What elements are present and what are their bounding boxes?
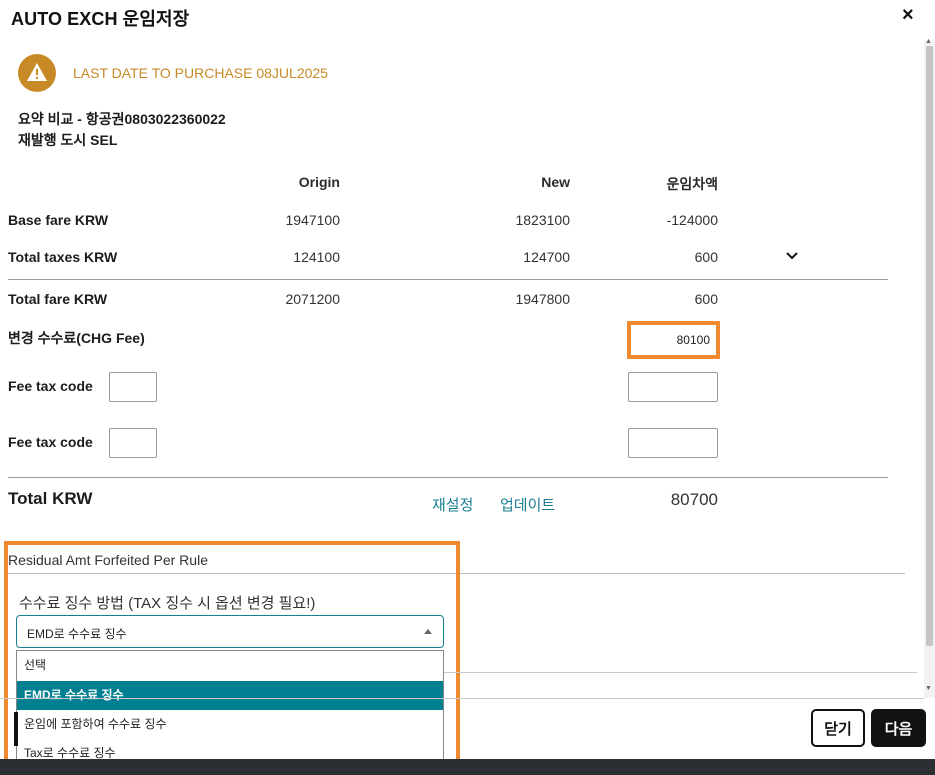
- fee-collection-label: 수수료 징수 방법 (TAX 징수 시 옵션 변경 필요!): [19, 595, 316, 612]
- base-fare-new: 1823100: [515, 212, 570, 228]
- taskbar: [0, 759, 935, 775]
- reset-link[interactable]: 재설정: [432, 494, 473, 515]
- row-label-total-fare: Total fare KRW: [8, 291, 108, 307]
- scroll-thumb[interactable]: [926, 46, 933, 646]
- fee-tax-code-input-1[interactable]: [109, 372, 157, 402]
- row-label-total-taxes: Total taxes KRW: [8, 249, 118, 265]
- total-fare-origin: 2071200: [285, 291, 340, 307]
- warning-icon: [18, 54, 56, 92]
- close-icon[interactable]: ×: [902, 4, 914, 26]
- fee-collection-options: 선택 EMD로 수수료 징수 운임에 포함하여 수수료 징수 Tax로 수수료 …: [16, 650, 444, 767]
- divider: [444, 672, 917, 673]
- divider: [0, 698, 924, 699]
- fee-tax-amount-input-2[interactable]: [628, 428, 718, 458]
- update-link[interactable]: 업데이트: [500, 494, 555, 515]
- residual-label: Residual Amt Forfeited Per Rule: [8, 552, 208, 568]
- divider: [8, 279, 888, 280]
- column-header-difference: 운임차액: [666, 176, 718, 192]
- fee-collection-selected-value: EMD로 수수료 징수: [27, 627, 127, 641]
- caret-up-icon: [424, 629, 432, 634]
- total-taxes-origin: 124100: [293, 249, 340, 265]
- base-fare-difference: -124000: [666, 212, 718, 228]
- fee-tax-code-input-2[interactable]: [109, 428, 157, 458]
- divider: [8, 477, 888, 478]
- fee-collection-select[interactable]: EMD로 수수료 징수: [16, 615, 444, 648]
- row-label-base-fare: Base fare KRW: [8, 212, 109, 228]
- summary-reissue-city: 재발행 도시 SEL: [18, 132, 118, 148]
- summary-ticket: 요약 비교 - 항공권0803022360022: [18, 111, 226, 127]
- scrollbar[interactable]: ▲ ▼: [924, 38, 935, 698]
- fee-tax-code-label-2: Fee tax code: [8, 434, 93, 450]
- option-emd[interactable]: EMD로 수수료 징수: [17, 681, 443, 710]
- total-fare-difference: 600: [694, 291, 718, 307]
- hidden-button-edge: [14, 712, 18, 746]
- close-button[interactable]: 닫기: [811, 709, 865, 747]
- column-header-origin: Origin: [298, 174, 340, 190]
- scroll-up-arrow-icon[interactable]: ▲: [925, 38, 932, 46]
- total-krw-label: Total KRW: [8, 489, 93, 508]
- chg-fee-label: 변경 수수료(CHG Fee): [8, 330, 145, 346]
- column-header-new: New: [541, 174, 570, 190]
- total-taxes-new: 124700: [523, 249, 570, 265]
- last-purchase-warning: LAST DATE TO PURCHASE 08JUL2025: [73, 65, 328, 81]
- chg-fee-input[interactable]: [635, 329, 712, 351]
- divider: [8, 573, 905, 574]
- scroll-down-arrow-icon[interactable]: ▼: [925, 685, 932, 693]
- dialog-title: AUTO EXCH 운임저장: [11, 9, 190, 29]
- chg-fee-highlight: [627, 321, 720, 359]
- total-taxes-difference: 600: [694, 249, 718, 265]
- total-fare-new: 1947800: [515, 291, 570, 307]
- fee-tax-amount-input-1[interactable]: [628, 372, 718, 402]
- next-button[interactable]: 다음: [871, 709, 926, 747]
- fee-tax-code-label-1: Fee tax code: [8, 378, 93, 394]
- option-include-in-fare[interactable]: 운임에 포함하여 수수료 징수: [17, 710, 443, 739]
- option-select[interactable]: 선택: [17, 651, 443, 680]
- chevron-down-icon[interactable]: [785, 249, 799, 263]
- base-fare-origin: 1947100: [285, 212, 340, 228]
- total-krw-value: 80700: [670, 490, 718, 509]
